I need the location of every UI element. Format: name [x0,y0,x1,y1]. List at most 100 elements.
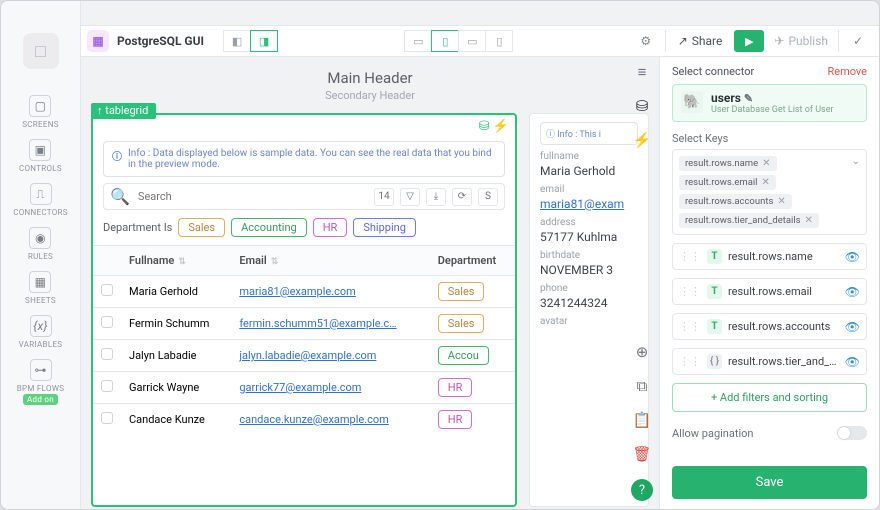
cell-email[interactable]: candace.kunze@example.com [239,413,388,426]
layout-segments: ◧ ◨ [224,30,278,52]
filter-icon[interactable]: ▽ [400,188,420,206]
detail-avatar-label: avatar [540,316,638,327]
cell-email[interactable]: garrick77@example.com [239,381,361,394]
allow-pagination-toggle[interactable] [837,426,867,440]
visibility-eye-icon[interactable]: 👁 [845,285,860,299]
tablegrid-card[interactable]: ↑ tablegrid ⛁ ⚡ ⓘInfo : Data displayed b… [91,113,517,507]
drag-handle-icon[interactable]: ⋮⋮ [679,285,701,298]
visibility-eye-icon[interactable]: 👁 [845,250,860,264]
rail-item-rules[interactable]: ◉RULES [28,227,53,261]
row-checkbox[interactable] [101,380,113,392]
device-phone-icon[interactable]: ▯ [485,30,513,52]
strip-add-icon[interactable]: ⊕ [636,343,649,361]
refresh-icon[interactable]: ⟳ [452,188,472,206]
cell-email[interactable]: jalyn.labadie@example.com [239,349,376,362]
strip-help-icon[interactable]: ? [631,479,653,501]
mapping-row[interactable]: ⋮⋮Tresult.rows.accounts👁 [672,313,867,340]
detail-phone-value: 3241244324 [540,296,638,310]
add-filters-button[interactable]: + Add filters and sorting [672,383,867,412]
component-handle[interactable]: ↑ tablegrid [91,103,156,119]
filter-chip-shipping[interactable]: Shipping [353,218,416,237]
visibility-eye-icon[interactable]: 👁 [845,320,860,334]
device-preview-segments: ▭ ▯ ▭ ▯ [405,30,513,52]
filter-row: Department Is Sales Accounting HR Shippi… [103,218,505,237]
col-email: Email⇅ [231,246,429,276]
rail-item-bpm-flows[interactable]: ⊶BPM FLOWSAdd on [17,359,65,405]
cell-fullname: Candace Kunze [121,404,231,436]
publish-button[interactable]: ✈Publish [768,34,834,48]
download-icon[interactable]: ⤓ [426,188,446,206]
check-status-icon[interactable]: ✓ [843,30,873,52]
mapping-row[interactable]: ⋮⋮Tresult.rows.name👁 [672,243,867,270]
drag-handle-icon[interactable]: ⋮⋮ [679,250,701,263]
remove-connector-link[interactable]: Remove [827,65,867,78]
keys-multiselect[interactable]: ⌄ result.rows.name✕ result.rows.email✕ r… [672,149,867,235]
cell-fullname: Jalyn Labadie [121,340,231,372]
row-checkbox[interactable] [101,348,113,360]
drag-handle-icon[interactable]: ⋮⋮ [679,320,701,333]
detail-email-value[interactable]: maria81@exam [540,197,624,211]
strip-database-icon[interactable]: ⛁ [636,97,649,115]
info-banner: ⓘInfo : Data displayed below is sample d… [103,141,505,177]
select-connector-label: Select connector [672,65,754,78]
settings-gear-icon[interactable]: ⚙ [631,30,661,52]
layout-right-icon[interactable]: ◨ [250,30,278,52]
chip-remove-icon[interactable]: ✕ [777,196,785,207]
filter-chip-sales[interactable]: Sales [178,218,225,237]
data-table: Fullname⇅ Email⇅ Department Maria Gerhol… [93,245,515,435]
mapping-row[interactable]: ⋮⋮Tresult.rows.email👁 [672,278,867,305]
detail-email-label: email [540,184,638,195]
share-button[interactable]: ↗Share [670,34,731,48]
table-row[interactable]: Jalyn Labadie jalyn.labadie@example.com Ac… [93,340,515,372]
bind-indicator-icon[interactable]: ⛁ ⚡ [479,119,509,134]
table-row[interactable]: Fermin Schummfermin.schumm51@example.c…S… [93,308,515,340]
chip-remove-icon[interactable]: ✕ [761,177,769,188]
chip-remove-icon[interactable]: ✕ [805,215,813,226]
table-row[interactable]: Garrick Waynegarrick77@example.comHR [93,372,515,404]
chevron-down-icon[interactable]: ⌄ [852,156,860,167]
table-row[interactable]: Candace Kunzecandace.kunze@example.comHR [93,404,515,436]
device-landscape-icon[interactable]: ▭ [458,30,486,52]
layout-left-icon[interactable]: ◧ [223,30,251,52]
connector-card[interactable]: 🐘 users ✎ User Database Get List of User [672,84,867,122]
device-desktop-icon[interactable]: ▭ [404,30,432,52]
left-nav-rail: □ ▢SCREENS ▣CONTROLS ⎍CONNECTORS ◉RULES … [1,1,81,509]
cell-email[interactable]: fermin.schumm51@example.c… [239,317,396,330]
filter-chip-hr[interactable]: HR [313,218,348,237]
rail-item-connectors[interactable]: ⎍CONNECTORS [13,183,68,217]
strip-clipboard-icon[interactable]: 📋 [633,411,652,429]
type-badge: T [707,249,722,264]
strip-bolt-icon[interactable]: ⚡ [633,131,652,149]
cell-dept-chip: Sales [438,314,485,333]
run-button[interactable]: ▶ [734,30,764,52]
allow-pagination-label: Allow pagination [672,427,754,440]
rail-item-variables[interactable]: {x}VARIABLES [19,315,63,349]
drag-handle-icon[interactable]: ⋮⋮ [679,355,701,368]
rail-item-sheets[interactable]: ▦SHEETS [25,271,56,305]
row-checkbox[interactable] [101,316,113,328]
strip-delete-icon[interactable]: 🗑 [632,445,651,463]
row-checkbox[interactable] [101,284,113,296]
row-checkbox[interactable] [101,412,113,424]
cell-dept-chip: Accou [438,346,489,365]
sort-button[interactable]: S [478,188,498,206]
cell-email[interactable]: maria81@example.com [239,285,355,298]
type-badge: T [707,319,722,334]
edit-icon[interactable]: ✎ [744,92,753,105]
filter-label: Department Is [103,221,172,234]
search-input[interactable] [136,189,368,204]
visibility-eye-icon[interactable]: 👁 [845,355,860,369]
device-tablet-icon[interactable]: ▯ [431,30,459,52]
detail-phone-label: phone [540,283,638,294]
strip-duplicate-icon[interactable]: ⧉ [637,377,648,395]
save-button[interactable]: Save [672,466,867,499]
strip-sliders-icon[interactable]: ≡ [638,63,647,81]
key-chip: result.rows.email✕ [679,175,776,190]
rail-item-screens[interactable]: ▢SCREENS [22,95,59,129]
table-row[interactable]: Maria Gerholdmaria81@example.comSales [93,276,515,308]
mapping-row[interactable]: ⋮⋮{ }result.rows.tier_and_detai…👁 [672,348,867,375]
secondary-header: Secondary Header [325,89,415,102]
rail-item-controls[interactable]: ▣CONTROLS [19,139,62,173]
chip-remove-icon[interactable]: ✕ [762,158,770,169]
filter-chip-accounting[interactable]: Accounting [231,218,307,237]
